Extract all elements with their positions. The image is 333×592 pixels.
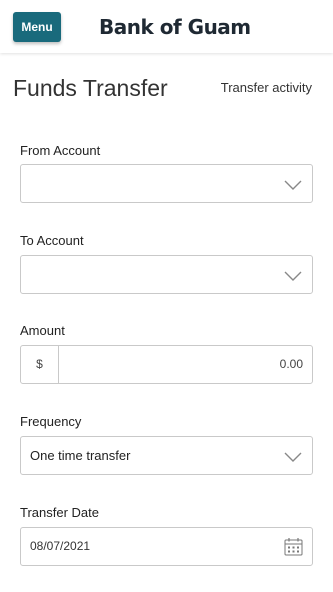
to-account-label: To Account: [20, 233, 84, 248]
chevron-down-icon: [284, 180, 302, 190]
chevron-down-icon: [284, 271, 302, 281]
frequency-select[interactable]: One time transfer: [20, 436, 313, 475]
frequency-label: Frequency: [20, 414, 82, 429]
from-account-select[interactable]: [20, 164, 313, 203]
to-account-select[interactable]: [20, 255, 313, 294]
menu-button[interactable]: Menu: [13, 12, 61, 42]
currency-prefix: $: [21, 346, 59, 383]
transfer-date-field[interactable]: 08/07/2021: [20, 527, 313, 566]
amount-field[interactable]: $ 0.00: [20, 345, 313, 384]
top-header: Menu Bank of Guam: [0, 0, 333, 53]
amount-label: Amount: [20, 323, 65, 338]
chevron-down-icon: [284, 452, 302, 462]
amount-input[interactable]: 0.00: [280, 346, 303, 383]
transfer-date-input[interactable]: 08/07/2021: [30, 528, 90, 565]
bank-logo[interactable]: Bank of Guam: [99, 15, 251, 39]
frequency-value: One time transfer: [30, 448, 131, 463]
page-title: Funds Transfer: [13, 75, 168, 101]
transfer-date-label: Transfer Date: [20, 505, 99, 520]
transfer-activity-link[interactable]: Transfer activity: [221, 80, 312, 96]
calendar-icon[interactable]: [284, 537, 303, 556]
from-account-label: From Account: [20, 143, 101, 158]
